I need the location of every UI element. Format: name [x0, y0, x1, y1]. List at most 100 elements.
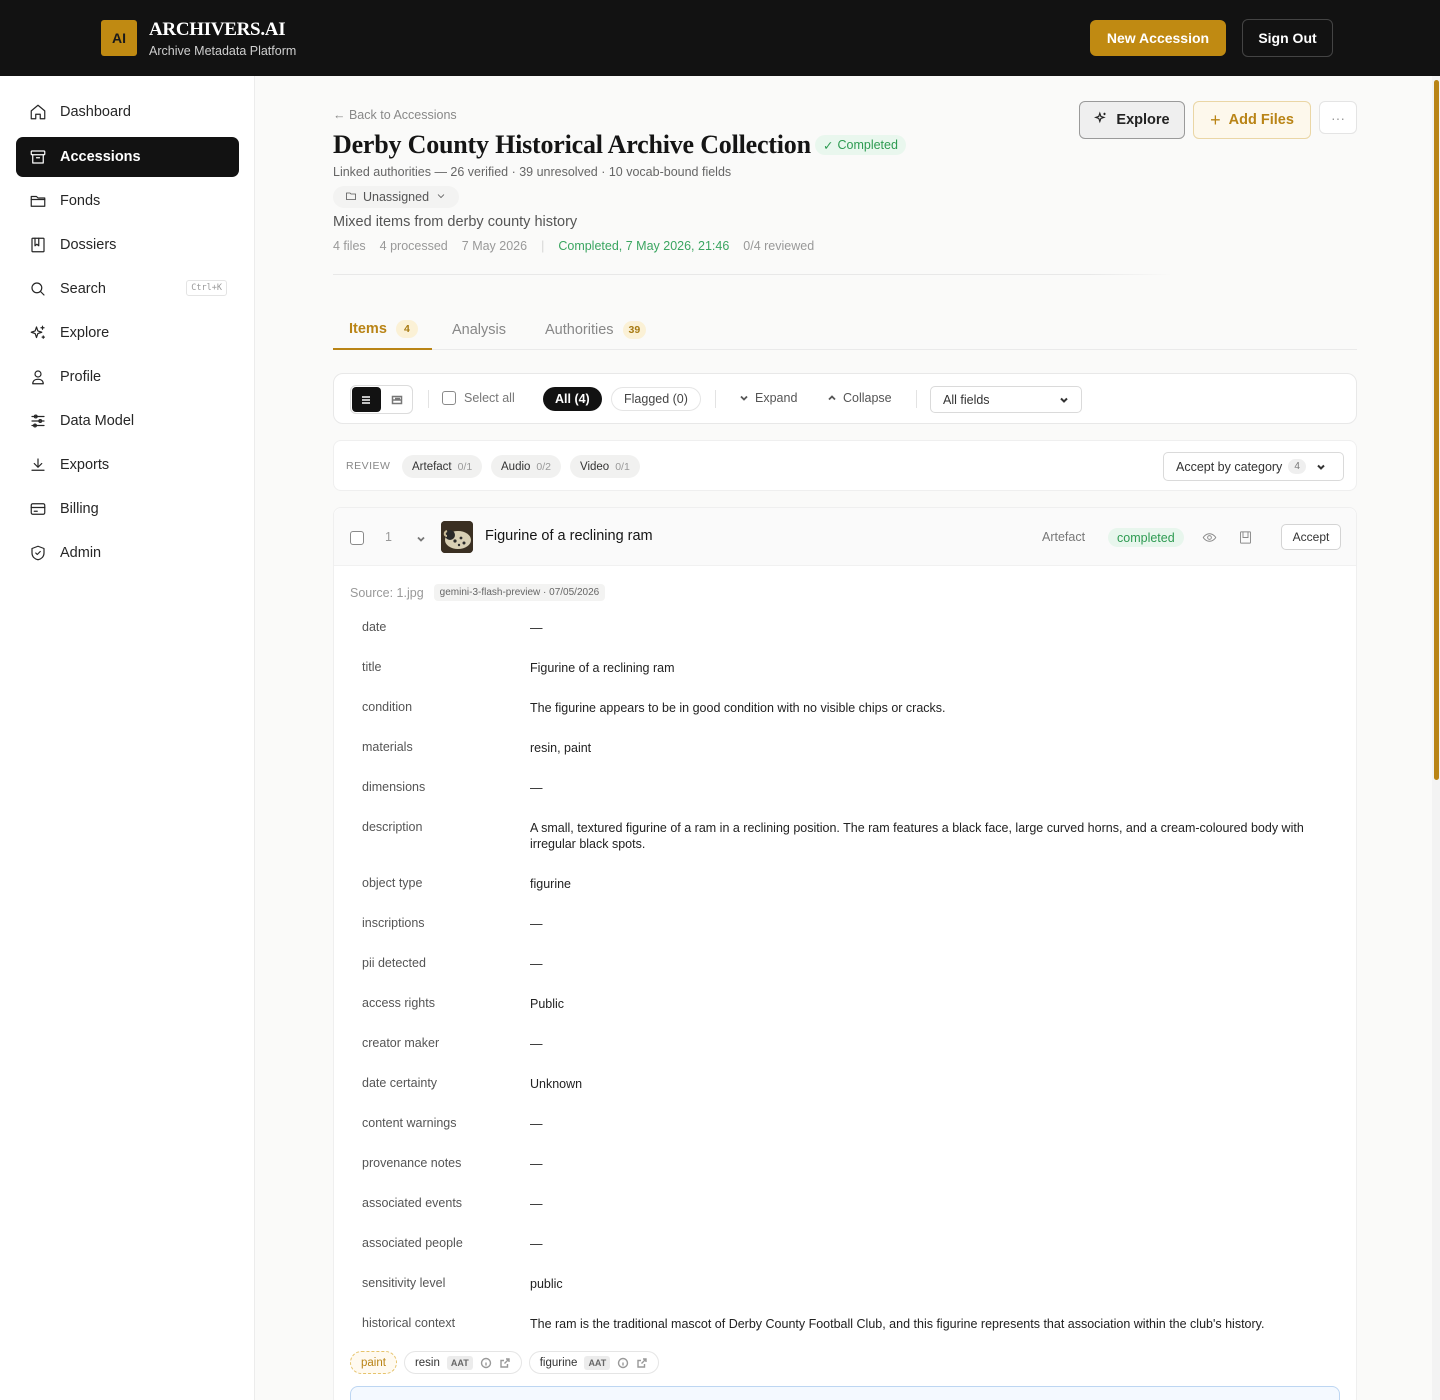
reviewed-count: 0/4 reviewed — [743, 239, 815, 253]
field-value[interactable]: The figurine appears to be in good condi… — [530, 700, 1340, 716]
field-value[interactable]: figurine — [530, 876, 1340, 892]
sidebar-item-profile[interactable]: Profile — [16, 357, 239, 397]
accept-button[interactable]: Accept — [1281, 524, 1341, 550]
item-title[interactable]: Figurine of a reclining ram — [485, 528, 653, 544]
authority-tag-figurine[interactable]: figurine AAT — [528, 1351, 660, 1374]
field-key: sensitivity level — [362, 1276, 446, 1290]
review-bar: REVIEW Artefact 0/1 Audio 0/2 Video 0/1 … — [333, 440, 1357, 491]
category-count: 0/2 — [536, 460, 552, 473]
filter-flagged-chip[interactable]: Flagged (0) — [611, 387, 701, 411]
authority-tag-paint[interactable]: paint — [350, 1351, 397, 1374]
add-files-label: Add Files — [1228, 112, 1294, 128]
assignment-dropdown[interactable]: Unassigned — [333, 186, 460, 208]
fields-select[interactable]: All fields — [930, 386, 1082, 413]
item-type-badge: Artefact — [1042, 530, 1086, 544]
source-filename: Source: 1.jpg — [350, 585, 424, 600]
sidebar-item-label: Explore — [60, 325, 110, 341]
scrollbar-thumb[interactable] — [1434, 80, 1439, 780]
field-value[interactable]: A small, textured figurine of a ram in a… — [530, 820, 1340, 852]
field-value[interactable]: Figurine of a reclining ram — [530, 660, 1340, 676]
expand-label: Expand — [755, 391, 798, 405]
info-icon[interactable] — [480, 1357, 492, 1369]
explore-button[interactable]: Explore — [1079, 101, 1185, 139]
filter-all-chip[interactable]: All (4) — [543, 387, 602, 411]
dossier-icon[interactable] — [1237, 529, 1253, 545]
field-value[interactable]: — — [530, 916, 1340, 932]
field-value[interactable]: Unknown — [530, 1076, 1340, 1092]
tab-items[interactable]: Items 4 — [333, 310, 432, 350]
field-key: materials — [362, 740, 413, 754]
field-key: content warnings — [362, 1116, 457, 1130]
sidebar-item-accessions[interactable]: Accessions — [16, 137, 239, 177]
sidebar-item-data-model[interactable]: Data Model — [16, 401, 239, 441]
field-value[interactable]: — — [530, 780, 1340, 796]
new-accession-button[interactable]: New Accession — [1090, 20, 1226, 56]
fields-select-value: All fields — [943, 392, 990, 407]
sidebar-item-admin[interactable]: Admin — [16, 533, 239, 573]
field-value[interactable]: — — [530, 1156, 1340, 1172]
select-all-control[interactable]: Select all — [442, 391, 515, 405]
accession-meta: 4 files 4 processed 7 May 2026 | Complet… — [333, 239, 828, 253]
sidebar-item-label: Dashboard — [60, 104, 131, 120]
field-key: date certainty — [362, 1076, 438, 1090]
review-category-audio[interactable]: Audio 0/2 — [491, 455, 562, 478]
sidebar-item-billing[interactable]: Billing — [16, 489, 239, 529]
sidebar-item-search[interactable]: Search Ctrl+K — [16, 269, 239, 309]
item-header[interactable]: 1 Figurine of a reclining ram Artefact c… — [334, 508, 1356, 566]
sidebar-item-explore[interactable]: Explore — [16, 313, 239, 353]
external-link-icon[interactable] — [636, 1357, 648, 1369]
review-category-artefact[interactable]: Artefact 0/1 — [402, 455, 483, 478]
collapse-all-button[interactable]: Collapse — [827, 391, 892, 405]
sign-out-button[interactable]: Sign Out — [1242, 19, 1333, 57]
sidebar-item-dashboard[interactable]: Dashboard — [16, 92, 239, 132]
select-all-checkbox[interactable] — [442, 391, 456, 405]
list-view-button[interactable] — [352, 387, 381, 412]
field-value[interactable]: — — [530, 1036, 1340, 1052]
field-value[interactable]: — — [530, 1236, 1340, 1252]
eye-icon[interactable] — [1201, 529, 1217, 545]
category-name: Audio — [501, 460, 531, 473]
accept-by-category-dropdown[interactable]: Accept by category 4 — [1163, 452, 1344, 481]
field-value[interactable]: The ram is the traditional mascot of Der… — [530, 1316, 1340, 1332]
brand-subtitle: Archive Metadata Platform — [149, 44, 297, 58]
table-view-button[interactable] — [382, 386, 412, 413]
sidebar-item-label: Fonds — [60, 193, 101, 209]
chevron-down-icon[interactable] — [415, 532, 427, 550]
sidebar-item-fonds[interactable]: Fonds — [16, 181, 239, 221]
field-value[interactable]: Public — [530, 996, 1340, 1012]
field-key: associated people — [362, 1236, 463, 1250]
add-files-button[interactable]: + Add Files — [1193, 101, 1311, 139]
page-title: Derby County Historical Archive Collecti… — [333, 130, 811, 159]
tab-label: Analysis — [452, 322, 506, 338]
sidebar-item-exports[interactable]: Exports — [16, 445, 239, 485]
review-category-video[interactable]: Video 0/1 — [570, 455, 640, 478]
archive-box-icon — [28, 147, 48, 167]
field-value[interactable]: — — [530, 1116, 1340, 1132]
field-value[interactable]: public — [530, 1276, 1340, 1292]
linked-authorities-summary: Linked authorities — 26 verified · 39 un… — [333, 165, 732, 179]
folder-icon — [28, 191, 48, 211]
sparkles-icon — [1094, 111, 1108, 129]
tab-authorities[interactable]: Authorities 39 — [545, 310, 647, 350]
top-bar: AI ARCHIVERS.AI Archive Metadata Platfor… — [0, 0, 1440, 76]
field-value[interactable]: — — [530, 1196, 1340, 1212]
authority-tag-resin[interactable]: resin AAT — [403, 1351, 522, 1374]
expand-all-button[interactable]: Expand — [739, 391, 797, 405]
sidebar-item-dossiers[interactable]: Dossiers — [16, 225, 239, 265]
item-thumbnail[interactable] — [441, 521, 473, 553]
item-status-badge: completed — [1108, 528, 1184, 547]
item-select-checkbox[interactable] — [350, 531, 364, 545]
field-value[interactable]: — — [530, 956, 1340, 972]
file-count: 4 files — [333, 239, 366, 253]
field-value[interactable]: — — [530, 620, 1340, 636]
plus-icon: + — [1210, 109, 1221, 130]
back-to-accessions-link[interactable]: ← Back to Accessions — [333, 108, 457, 122]
external-link-icon[interactable] — [499, 1357, 511, 1369]
sidebar-item-label: Dossiers — [60, 237, 117, 253]
field-value[interactable]: resin, paint — [530, 740, 1340, 756]
item-notice-panel — [350, 1386, 1340, 1400]
table-icon — [391, 395, 402, 404]
more-actions-button[interactable]: ··· — [1319, 101, 1357, 134]
info-icon[interactable] — [617, 1357, 629, 1369]
tab-analysis[interactable]: Analysis — [452, 310, 506, 350]
